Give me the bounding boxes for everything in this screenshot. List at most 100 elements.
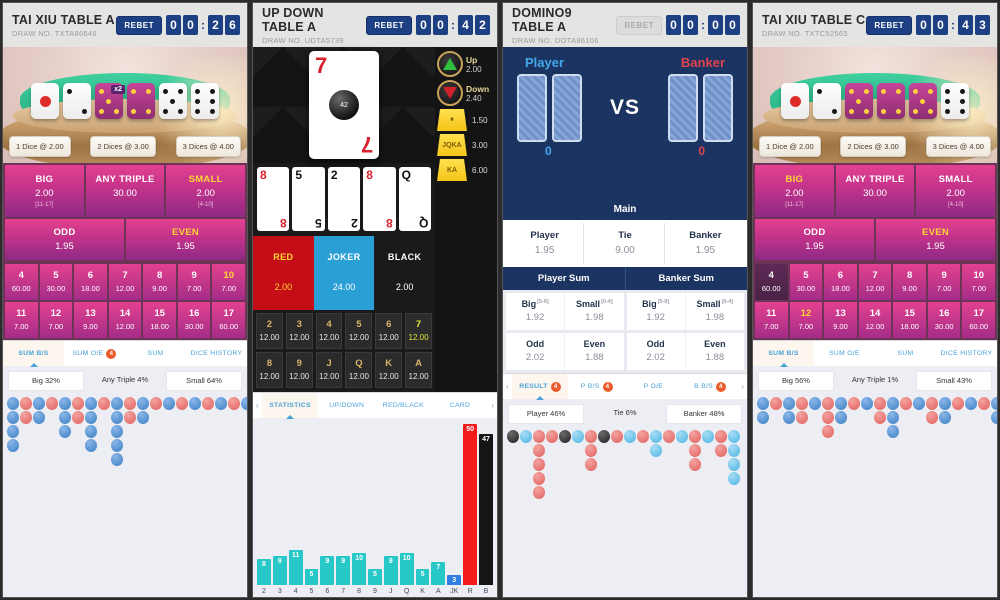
tab-sum[interactable]: SUM <box>875 341 936 366</box>
dice-bet-option[interactable]: 3 Dices @ 4.00 <box>175 136 241 157</box>
number-bet-12[interactable]: 12 7.00 <box>789 302 823 338</box>
scroll-left-icon[interactable]: ‹ <box>503 382 512 391</box>
number-bet-8[interactable]: 8 9.00 <box>143 264 176 300</box>
bet-cell-odd[interactable]: ODD 1.95 <box>755 219 874 260</box>
number-bet-10[interactable]: 10 7.00 <box>212 264 246 300</box>
tab-sum-o-e[interactable]: SUM O/E 4 <box>64 341 125 366</box>
main-bet-tie[interactable]: Tie 9.00 <box>586 223 665 264</box>
number-bet-9[interactable]: 9 7.00 <box>927 264 961 300</box>
card-bet-8[interactable]: 8 12.00 <box>256 352 283 388</box>
side-bet-chip-equal[interactable]: ⏸ 1.50 <box>437 109 495 131</box>
tab-p-b-s[interactable]: P B/S 4 <box>568 374 625 399</box>
color-bet-black[interactable]: BLACK 2.00 <box>374 236 436 310</box>
scroll-right-icon[interactable]: › <box>488 401 497 410</box>
tab-up-down[interactable]: UP/DOWN <box>318 393 375 418</box>
main-bet-player[interactable]: Player 1.95 <box>506 223 585 264</box>
tab-red-black[interactable]: RED/BLACK <box>375 393 432 418</box>
roadmap[interactable] <box>503 427 747 597</box>
tab-dice-history[interactable]: DICE HISTORY <box>186 341 247 366</box>
number-bet-10[interactable]: 10 7.00 <box>962 264 996 300</box>
number-bet-6[interactable]: 6 18.00 <box>74 264 107 300</box>
dice-bet-option[interactable]: 2 Dices @ 3.00 <box>90 136 156 157</box>
sum-bet-banker-big[interactable]: Big[5-9] 1.92 <box>627 293 686 330</box>
rebet-button[interactable]: REBET <box>116 15 162 35</box>
bet-cell-small[interactable]: SMALL 2.00 [4-10] <box>916 165 996 217</box>
dice-bet-option[interactable]: 1 Dice @ 2.00 <box>759 136 821 157</box>
roadmap[interactable] <box>3 394 247 597</box>
scroll-right-icon[interactable]: › <box>738 382 747 391</box>
card-bet-3[interactable]: 3 12.00 <box>285 313 313 349</box>
tab-sum-o-e[interactable]: SUM O/E <box>814 341 875 366</box>
number-bet-15[interactable]: 15 18.00 <box>893 302 926 338</box>
tab-sum-b-s[interactable]: SUM B/S <box>753 341 814 366</box>
number-bet-11[interactable]: 11 7.00 <box>5 302 38 338</box>
color-bet-red[interactable]: RED 2.00 <box>253 236 314 310</box>
bet-cell-big[interactable]: BIG 2.00 [11-17] <box>5 165 84 217</box>
card-bet-K[interactable]: K 12.00 <box>375 352 403 388</box>
dice-bet-option[interactable]: 2 Dices @ 3.00 <box>840 136 906 157</box>
card-bet-5[interactable]: 5 12.00 <box>345 313 373 349</box>
tab-card[interactable]: CARD <box>432 393 489 418</box>
bet-cell-odd[interactable]: ODD 1.95 <box>5 219 124 260</box>
roadmap[interactable] <box>753 394 997 597</box>
side-bet-down[interactable]: Down 2.40 <box>437 80 495 106</box>
sum-bet-player-odd[interactable]: Odd 2.02 <box>506 333 566 370</box>
sum-bet-banker-odd[interactable]: Odd 2.02 <box>627 333 686 370</box>
bet-cell-small[interactable]: SMALL 2.00 [4-10] <box>166 165 246 217</box>
number-bet-14[interactable]: 14 12.00 <box>858 302 892 338</box>
bet-cell-big[interactable]: BIG 2.00 [11-17] <box>755 165 834 217</box>
tab-b-b-s[interactable]: B B/S 4 <box>682 374 739 399</box>
card-bet-6[interactable]: 6 12.00 <box>375 313 403 349</box>
number-bet-17[interactable]: 17 60.00 <box>962 302 996 338</box>
number-bet-6[interactable]: 6 18.00 <box>824 264 857 300</box>
main-bet-banker[interactable]: Banker 1.95 <box>666 223 744 264</box>
card-bet-Q[interactable]: Q 12.00 <box>345 352 373 388</box>
number-bet-16[interactable]: 16 30.00 <box>177 302 211 338</box>
number-bet-9[interactable]: 9 7.00 <box>177 264 211 300</box>
rebet-button[interactable]: REBET <box>366 15 412 35</box>
number-bet-11[interactable]: 11 7.00 <box>755 302 788 338</box>
dice-bet-option[interactable]: 3 Dices @ 4.00 <box>925 136 991 157</box>
sum-bet-player-small[interactable]: Small[0-4] 1.98 <box>565 293 623 330</box>
number-bet-15[interactable]: 15 18.00 <box>143 302 176 338</box>
tab-p-o-e[interactable]: P O/E <box>625 374 682 399</box>
side-bet-up[interactable]: Up 2.00 <box>437 51 495 77</box>
card-bet-A[interactable]: A 12.00 <box>405 352 432 388</box>
number-bet-7[interactable]: 7 12.00 <box>108 264 142 300</box>
tab-sum[interactable]: SUM <box>125 341 186 366</box>
number-bet-17[interactable]: 17 60.00 <box>212 302 246 338</box>
number-bet-12[interactable]: 12 7.00 <box>39 302 73 338</box>
side-bet-chip-jqka[interactable]: JQKA 3.00 <box>437 134 495 156</box>
scroll-left-icon[interactable]: ‹ <box>253 401 262 410</box>
card-bet-4[interactable]: 4 12.00 <box>315 313 343 349</box>
number-bet-7[interactable]: 7 12.00 <box>858 264 892 300</box>
number-bet-5[interactable]: 5 30.00 <box>789 264 823 300</box>
card-bet-7[interactable]: 7 12.00 <box>405 313 432 349</box>
dice-bet-option[interactable]: 1 Dice @ 2.00 <box>9 136 71 157</box>
card-bet-J[interactable]: J 12.00 <box>315 352 343 388</box>
number-bet-4[interactable]: 4 60.00 <box>755 264 788 300</box>
bet-cell-any-triple[interactable]: ANY TRIPLE 30.00 <box>85 165 165 217</box>
card-bet-9[interactable]: 9 12.00 <box>285 352 313 388</box>
number-bet-13[interactable]: 13 9.00 <box>824 302 857 338</box>
bet-cell-even[interactable]: EVEN 1.95 <box>876 219 995 260</box>
rebet-button[interactable]: REBET <box>866 15 912 35</box>
sum-bet-player-even[interactable]: Even 1.88 <box>565 333 623 370</box>
number-bet-5[interactable]: 5 30.00 <box>39 264 73 300</box>
tab-dice-history[interactable]: DICE HISTORY <box>936 341 997 366</box>
number-bet-14[interactable]: 14 12.00 <box>108 302 142 338</box>
number-bet-16[interactable]: 16 30.00 <box>927 302 961 338</box>
card-bet-2[interactable]: 2 12.00 <box>256 313 283 349</box>
color-bet-joker[interactable]: JOKER 24.00 <box>313 236 375 310</box>
number-bet-4[interactable]: 4 60.00 <box>5 264 38 300</box>
rebet-button[interactable]: REBET <box>616 15 662 35</box>
sum-bet-banker-small[interactable]: Small[0-4] 1.98 <box>686 293 744 330</box>
tab-result[interactable]: RESULT 4 <box>511 374 569 399</box>
tab-statistics[interactable]: STATISTICS <box>261 393 319 418</box>
number-bet-8[interactable]: 8 9.00 <box>893 264 926 300</box>
bet-cell-even[interactable]: EVEN 1.95 <box>126 219 245 260</box>
bet-cell-any-triple[interactable]: ANY TRIPLE 30.00 <box>835 165 915 217</box>
side-bet-chip-ka[interactable]: KA 6.00 <box>437 159 495 181</box>
number-bet-13[interactable]: 13 9.00 <box>74 302 107 338</box>
tab-sum-b-s[interactable]: SUM B/S <box>3 341 64 366</box>
